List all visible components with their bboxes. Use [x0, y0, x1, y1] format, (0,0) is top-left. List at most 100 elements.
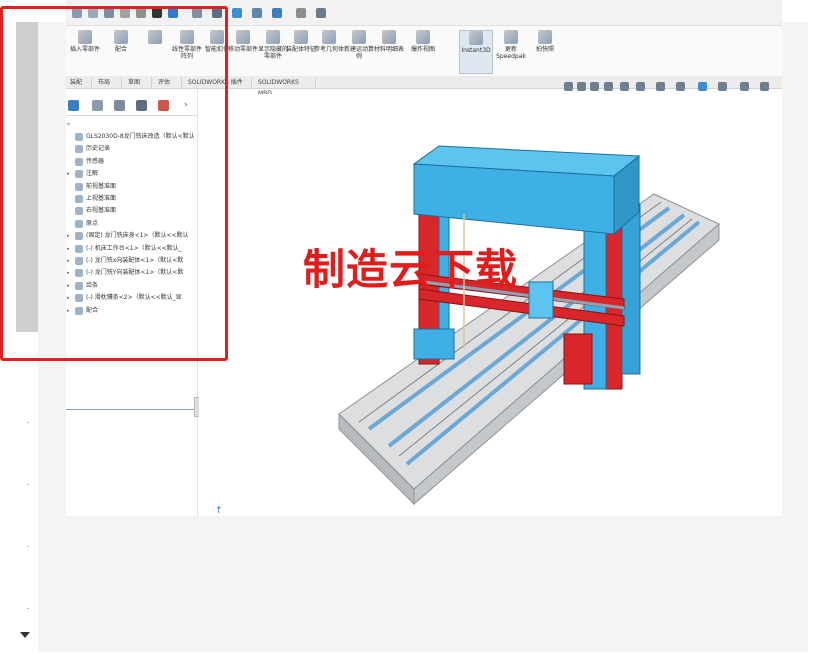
zoom-to-fit-icon[interactable]	[564, 82, 573, 91]
tree-item[interactable]: ▸ (-) 机床工作台<1>（默认<<默认_	[66, 243, 196, 255]
insert-components-button[interactable]: 插入零部件	[68, 30, 102, 74]
update-speedpak-button[interactable]: 更新Speedpak	[494, 30, 528, 74]
tab-assembly[interactable]: 装配体	[66, 77, 92, 97]
feature-manager-tab-icon[interactable]	[68, 100, 79, 111]
tree-item[interactable]: 传感器	[66, 156, 196, 168]
new-motion-study-button[interactable]: 新建运动算例	[342, 30, 376, 74]
coordinate-triad-icon: ↑	[215, 506, 223, 516]
tree-item[interactable]: ▸ 配合	[66, 305, 196, 317]
expand-arrow-icon[interactable]: ▸	[67, 168, 70, 180]
mates-icon	[75, 306, 83, 315]
tree-item[interactable]: 上视基准面	[66, 193, 196, 205]
graphics-area[interactable]: ↑	[199, 94, 782, 516]
tree-item[interactable]: ▸ (固定) 龙门铣床身<1>（默认<<默认	[66, 230, 196, 242]
new-icon[interactable]	[72, 8, 82, 18]
tree-item[interactable]: ▸ 齿条	[66, 280, 196, 292]
tree-item[interactable]: 历史记录	[66, 143, 196, 155]
view-settings-icon[interactable]	[740, 82, 749, 91]
options-icon[interactable]	[192, 8, 202, 18]
linear-pattern-button[interactable]: 线性零部件阵列	[170, 30, 204, 74]
tree-item[interactable]: 前视基准面	[66, 181, 196, 193]
previous-view-icon[interactable]	[590, 82, 599, 91]
expand-arrow-icon[interactable]: ▸	[67, 255, 70, 267]
tree-item-label: 右视基准面	[86, 207, 117, 215]
settings-icon[interactable]	[316, 8, 326, 18]
open-icon[interactable]	[88, 8, 98, 18]
exploded-view-button[interactable]: 爆炸视图	[406, 30, 440, 74]
property-manager-tab-icon[interactable]	[92, 100, 103, 111]
more-icon[interactable]	[296, 8, 306, 18]
edit-appearance-icon[interactable]	[698, 82, 707, 91]
file-props-icon[interactable]	[212, 8, 222, 18]
tree-item[interactable]: GLS2030D-8龙门铣床改造（默认<默认	[66, 131, 196, 143]
right-column-side	[621, 203, 641, 375]
part-icon	[75, 133, 83, 141]
tree-item-label: 原点	[86, 219, 99, 227]
tab-solidworks-addins[interactable]: SOLIDWORKS 插件	[184, 77, 252, 88]
monitor-icon[interactable]	[760, 82, 769, 91]
tree-item-label: (-) 龙门铣Y向装配体<1>（默认<默	[86, 269, 184, 277]
expand-arrow-icon[interactable]: ▸	[67, 230, 70, 242]
view-orientation-icon[interactable]	[636, 82, 645, 91]
chevron-right-icon[interactable]: ›	[184, 100, 195, 111]
heads-up-view-toolbar	[564, 80, 779, 94]
command-manager-ribbon: 插入零部件 配合 线性零部件阵列 智能扣件 移动零部件 显示隐藏的零部件 装配体…	[66, 26, 782, 76]
tab-evaluate[interactable]: 评估	[154, 77, 182, 88]
zoom-to-area-icon[interactable]	[577, 82, 586, 91]
tree-item-label: (固定) 龙门铣床身<1>（默认<<默认	[86, 232, 189, 240]
save-icon[interactable]	[104, 8, 114, 18]
instant3d-button[interactable]: Instant3D	[459, 30, 493, 74]
page-scrollbar-track	[27, 360, 29, 620]
reference-geometry-button[interactable]: 参考几何体	[312, 30, 346, 74]
show-hidden-icon	[266, 30, 280, 44]
take-snapshot-button[interactable]: 拍快照	[528, 30, 562, 74]
page-scrollbar-thumb[interactable]	[16, 22, 38, 332]
tree-item[interactable]: 原点	[66, 218, 196, 230]
expand-arrow-icon[interactable]: ▸	[67, 305, 70, 317]
rebuild-icon[interactable]	[168, 8, 178, 18]
hide-show-items-icon[interactable]	[676, 82, 685, 91]
undo-icon[interactable]	[136, 8, 146, 18]
mate-button[interactable]: 配合	[104, 30, 138, 74]
screenshot-stage: 插入零部件 配合 线性零部件阵列 智能扣件 移动零部件 显示隐藏的零部件 装配体…	[0, 0, 825, 661]
help-icon[interactable]	[272, 8, 282, 18]
print-icon[interactable]	[120, 8, 130, 18]
tab-solidworks-mbd[interactable]: SOLIDWORKS MBD	[254, 77, 316, 97]
page-scrollbar[interactable]	[0, 0, 38, 661]
expand-arrow-icon[interactable]: ▸	[67, 292, 70, 304]
tree-item-label: 传感器	[86, 157, 105, 165]
expand-arrow-icon[interactable]: ▸	[67, 243, 70, 255]
bom-button[interactable]: 材料明细表	[372, 30, 406, 74]
move-component-button[interactable]: 移动零部件	[226, 30, 260, 74]
apply-scene-icon[interactable]	[718, 82, 727, 91]
expand-arrow-icon[interactable]: ▸	[67, 267, 70, 279]
spindle-head	[528, 281, 554, 319]
configuration-manager-tab-icon[interactable]	[114, 100, 125, 111]
tree-item-label: 注解	[86, 170, 99, 178]
folder-icon	[75, 281, 83, 290]
tree-item[interactable]: 右视基准面	[66, 205, 196, 217]
view-icon[interactable]	[232, 8, 242, 18]
display-style-icon[interactable]	[656, 82, 665, 91]
tree-item[interactable]: ▸ (-) 龙门铣Y向装配体<1>（默认<默	[66, 267, 196, 279]
tree-item-label: (-) 龙门铣x向装配体<1>（默认<默	[86, 257, 184, 264]
display-manager-tab-icon[interactable]	[158, 100, 169, 111]
right-column-red	[603, 228, 623, 390]
dimxpert-tab-icon[interactable]	[136, 100, 147, 111]
filter-icon[interactable]: ▿	[66, 119, 80, 131]
tab-sketch[interactable]: 草图	[124, 77, 152, 88]
plane-icon	[75, 207, 83, 216]
scroll-down-arrow-icon[interactable]	[20, 632, 30, 638]
section-view-icon[interactable]	[604, 82, 613, 91]
tree-item[interactable]: ▸ (-) 龙门铣x向装配体<1>（默认<默	[66, 255, 196, 267]
tree-item[interactable]: ▸ 注解	[66, 168, 196, 180]
plane-icon	[75, 182, 83, 191]
expand-arrow-icon[interactable]: ▸	[67, 280, 70, 292]
select-icon[interactable]	[152, 8, 162, 18]
window-icon[interactable]	[252, 8, 262, 18]
component-preview-button[interactable]	[138, 30, 172, 74]
tree-item-label: 历史记录	[86, 145, 111, 153]
tab-layout[interactable]: 布局	[94, 77, 122, 88]
tree-item[interactable]: ▸ (-) 滑枕镶条<2>（默认<<默认_显	[66, 292, 196, 304]
dynamic-annotation-icon[interactable]	[620, 82, 629, 91]
